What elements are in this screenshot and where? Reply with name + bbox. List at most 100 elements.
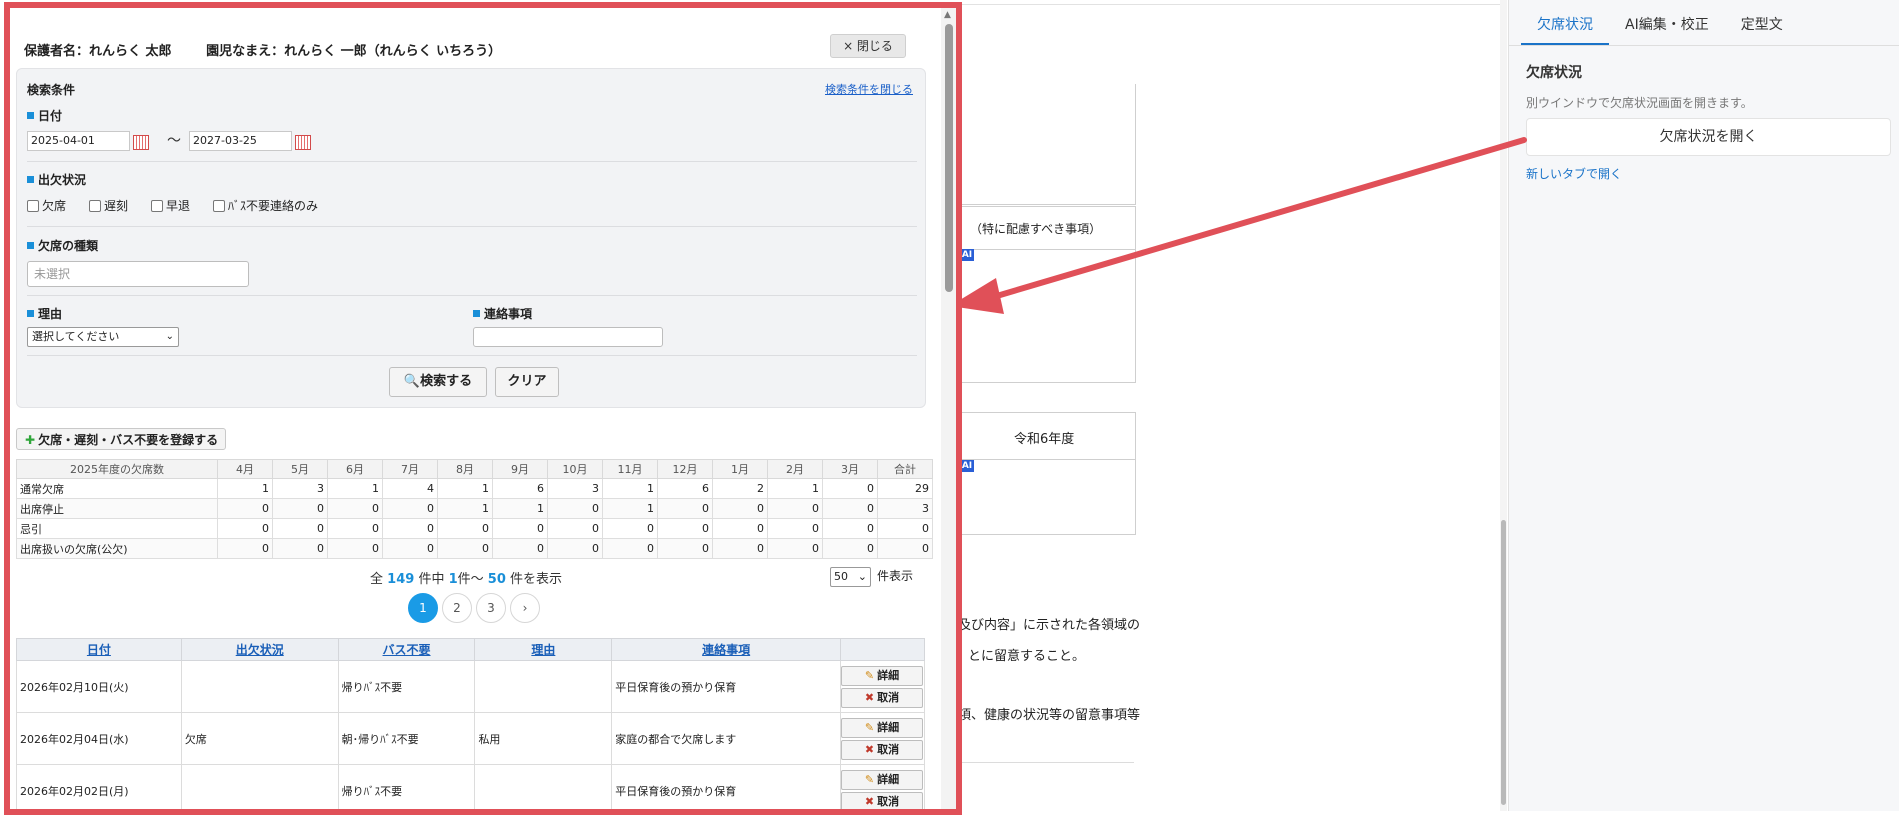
col-bus[interactable]: バス不要 — [338, 639, 475, 661]
detail-button[interactable]: ✎詳細 — [841, 770, 923, 790]
counts-cell: 0 — [383, 519, 438, 539]
detail-button[interactable]: ✎詳細 — [841, 666, 923, 686]
counts-cell: 0 — [823, 479, 878, 499]
page-2[interactable]: 2 — [442, 593, 472, 623]
pencil-icon: ✎ — [865, 773, 874, 786]
absence-count-table: 2025年度の欠席数4月5月6月7月8月9月10月11月12月1月2月3月合計 … — [16, 459, 933, 559]
counts-row: 出席停止0000110100003 — [17, 499, 933, 519]
tab-absence-status[interactable]: 欠席状況 — [1521, 0, 1609, 45]
search-icon: 🔍 — [404, 374, 420, 389]
page-3[interactable]: 3 — [476, 593, 506, 623]
counts-cell: 0 — [218, 499, 273, 519]
cancel-icon: ✖ — [865, 743, 874, 756]
counts-cell: 0 — [273, 519, 328, 539]
chevron-down-icon: ⌄ — [858, 568, 867, 586]
guardian-name: 保護者名：れんらく 太郎 — [24, 44, 172, 59]
absence-list-table: 日付 出欠状況 バス不要 理由 連絡事項 2026年02月10日(火)帰りﾊﾞｽ… — [16, 638, 925, 815]
detail-button[interactable]: ✎詳細 — [841, 718, 923, 738]
cell-bus: 朝･帰りﾊﾞｽ不要 — [338, 713, 475, 765]
cell-note: 家庭の都合で欠席します — [612, 713, 841, 765]
document-scrollbar-thumb[interactable] — [1501, 520, 1506, 805]
open-in-new-tab-link[interactable]: 新しいタブで開く — [1526, 165, 1622, 182]
counts-cell: 1 — [603, 479, 658, 499]
counts-row-label: 通常欠席 — [17, 479, 218, 499]
col-date[interactable]: 日付 — [17, 639, 182, 661]
search-button[interactable]: 🔍検索する — [389, 367, 487, 397]
modal-scrollbar[interactable]: ▲ — [941, 8, 956, 809]
page-1[interactable]: 1 — [408, 593, 438, 623]
cell-reason — [475, 765, 612, 815]
cancel-button[interactable]: ✖取消 — [841, 688, 923, 708]
per-page: 50⌄件表示 — [830, 567, 913, 587]
counts-cell: 0 — [603, 539, 658, 559]
calendar-icon[interactable] — [133, 135, 149, 150]
clear-button[interactable]: クリア — [495, 367, 559, 397]
cancel-button[interactable]: ✖取消 — [841, 792, 923, 812]
counts-cell: 3 — [548, 479, 603, 499]
counts-cell: 1 — [328, 479, 383, 499]
close-button[interactable]: × 閉じる — [830, 34, 906, 58]
next-page-icon[interactable]: › — [510, 593, 540, 623]
contact-label: 連絡事項 — [473, 305, 532, 322]
tab-template[interactable]: 定型文 — [1725, 0, 1799, 45]
checkbox-box[interactable] — [27, 200, 39, 212]
cell-note: 平日保育後の預かり保育 — [612, 765, 841, 815]
doc-paragraph-1: 及び内容」に示された各領域の — [958, 614, 1140, 633]
checkbox-late[interactable]: 遅刻 — [89, 197, 128, 214]
doc-cell-top — [958, 84, 1136, 205]
counts-cell: 0 — [548, 519, 603, 539]
absence-type-input[interactable]: 未選択 — [27, 261, 249, 287]
checkbox-box[interactable] — [89, 200, 101, 212]
scroll-up-icon[interactable]: ▲ — [944, 10, 951, 20]
cell-actions: ✎詳細✖取消 — [841, 661, 925, 713]
counts-row-label: 忌引 — [17, 519, 218, 539]
checkbox-box[interactable] — [213, 200, 225, 212]
date-from-input[interactable]: 2025-04-01 — [27, 131, 130, 151]
open-absence-button[interactable]: 欠席状況を開く — [1526, 118, 1891, 156]
counts-header-month: 合計 — [878, 460, 933, 479]
tab-ai-edit[interactable]: AI編集・校正 — [1609, 0, 1725, 45]
counts-cell: 0 — [823, 539, 878, 559]
modal-scrollbar-thumb[interactable] — [945, 24, 953, 292]
col-status[interactable]: 出欠状況 — [181, 639, 338, 661]
side-tabs: 欠席状況 AI編集・校正 定型文 — [1509, 0, 1899, 46]
search-title: 検索条件 — [27, 81, 75, 98]
col-reason[interactable]: 理由 — [475, 639, 612, 661]
absence-modal: 保護者名：れんらく 太郎 園児なまえ：れんらく 一郎（れんらく いちろう） × … — [4, 2, 962, 815]
counts-cell: 1 — [438, 499, 493, 519]
checkbox-absent[interactable]: 欠席 — [27, 197, 66, 214]
ai-badge[interactable]: AI — [960, 249, 974, 261]
counts-cell: 0 — [218, 539, 273, 559]
table-row: 2026年02月10日(火)帰りﾊﾞｽ不要平日保育後の預かり保育✎詳細✖取消 — [17, 661, 925, 713]
cancel-button[interactable]: ✖取消 — [841, 740, 923, 760]
counts-row: 忌引0000000000000 — [17, 519, 933, 539]
calendar-icon[interactable] — [295, 135, 311, 150]
doc-paragraph-3: 項、健康の状況等の留意事項等 — [958, 704, 1140, 723]
counts-cell: 0 — [328, 519, 383, 539]
doc-year-label: 令和6年度 — [1014, 428, 1074, 447]
cell-date: 2026年02月02日(月) — [17, 765, 182, 815]
cell-status: 欠席 — [181, 713, 338, 765]
counts-cell: 0 — [768, 499, 823, 519]
checkbox-bus-only[interactable]: ﾊﾞｽ不要連絡のみ — [213, 197, 318, 214]
cell-status — [181, 661, 338, 713]
cell-date: 2026年02月04日(水) — [17, 713, 182, 765]
contact-input[interactable] — [473, 327, 663, 347]
counts-cell: 1 — [493, 499, 548, 519]
counts-cell: 0 — [273, 539, 328, 559]
date-to-input[interactable]: 2027-03-25 — [189, 131, 292, 151]
close-search-link[interactable]: 検索条件を閉じる — [825, 81, 913, 97]
register-absence-button[interactable]: ✚欠席・遅刻・バス不要を登録する — [16, 428, 226, 450]
counts-cell: 0 — [438, 519, 493, 539]
per-page-select[interactable]: 50⌄ — [830, 567, 871, 587]
col-note[interactable]: 連絡事項 — [612, 639, 841, 661]
cell-actions: ✎詳細✖取消 — [841, 713, 925, 765]
counts-cell: 0 — [548, 539, 603, 559]
counts-header-month: 10月 — [548, 460, 603, 479]
ai-badge-2[interactable]: AI — [960, 460, 974, 472]
checkbox-early-leave[interactable]: 早退 — [151, 197, 190, 214]
checkbox-box[interactable] — [151, 200, 163, 212]
counts-cell: 0 — [768, 539, 823, 559]
reason-select[interactable]: 選択してください⌄ — [27, 327, 179, 347]
counts-cell: 3 — [878, 499, 933, 519]
